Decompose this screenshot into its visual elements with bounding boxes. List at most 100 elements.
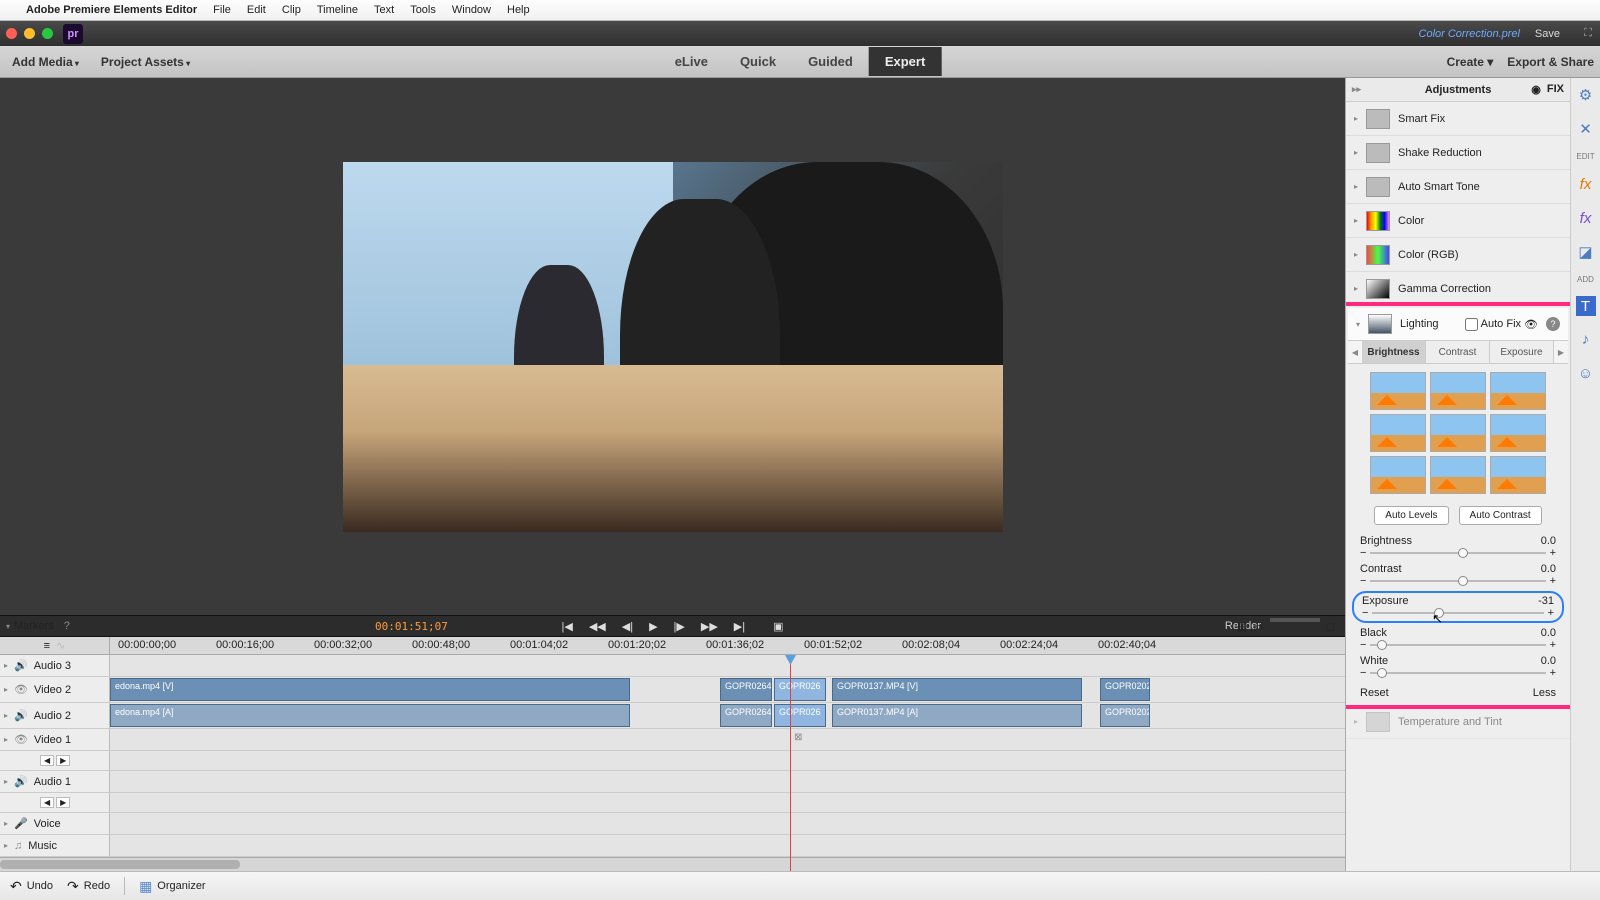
expand-icon[interactable]: ▸ xyxy=(4,841,8,850)
menu-timeline[interactable]: Timeline xyxy=(317,4,358,16)
slider-plus[interactable]: + xyxy=(1550,667,1556,679)
track-lane[interactable]: edona.mp4 [A]GOPR0264.GOPR026GOPR0137.MP… xyxy=(110,703,1345,728)
timeline-clip[interactable]: GOPR0264. xyxy=(720,678,772,701)
fullscreen-preview-icon[interactable]: ◻ xyxy=(1326,620,1335,633)
menu-file[interactable]: File xyxy=(213,4,231,16)
expand-icon[interactable]: ▸ xyxy=(1354,182,1358,191)
next-edit-icon[interactable]: ▶▶ xyxy=(701,620,718,633)
fx2-tool-icon[interactable]: fx xyxy=(1575,207,1597,229)
goto-end-icon[interactable]: ▶| xyxy=(734,620,745,633)
time-ruler[interactable]: ≡ ∿ 00:00:00;00 00:00:16;00 00:00:32;00 … xyxy=(0,637,1345,655)
applied-effects-icon[interactable]: ◉ xyxy=(1531,83,1541,96)
speaker-icon[interactable]: 🔊 xyxy=(14,659,28,672)
adj-temperature-tint[interactable]: ▸Temperature and Tint xyxy=(1346,705,1570,739)
music-tool-icon[interactable]: ♪ xyxy=(1575,328,1597,350)
waveform-icon[interactable]: ∿ xyxy=(56,639,65,652)
expand-icon[interactable]: ▸ xyxy=(4,661,8,670)
ruler-tools[interactable]: ≡ ∿ xyxy=(0,637,110,654)
add-media-button[interactable]: Add Media xyxy=(6,51,85,73)
tab-contrast[interactable]: Contrast xyxy=(1426,341,1490,363)
prev-edit-icon[interactable]: ◀◀ xyxy=(589,620,606,633)
menu-text[interactable]: Text xyxy=(374,4,394,16)
timeline-clip[interactable]: GOPR0137.MP4 [V] xyxy=(832,678,1082,701)
expand-icon[interactable]: ▸ xyxy=(4,777,8,786)
preset-thumb[interactable] xyxy=(1430,372,1486,410)
timeline-clip[interactable]: GOPR0202 xyxy=(1100,704,1150,727)
track-lane[interactable] xyxy=(110,835,1345,856)
graphics-tool-icon[interactable]: ☺ xyxy=(1575,362,1597,384)
transitions-tool-icon[interactable]: ◪ xyxy=(1575,241,1597,263)
titles-tool-icon[interactable]: T xyxy=(1576,296,1596,316)
preview-frame[interactable] xyxy=(343,162,1003,532)
goto-start-icon[interactable]: |◀ xyxy=(561,620,572,633)
preset-thumb[interactable] xyxy=(1430,456,1486,494)
preset-thumb[interactable] xyxy=(1490,414,1546,452)
next-frame-button[interactable]: ▶ xyxy=(56,755,70,766)
expand-icon[interactable]: ▸ xyxy=(4,735,8,744)
timeline-clip[interactable]: GOPR0202 xyxy=(1100,678,1150,701)
collapse-icon[interactable]: ▾ xyxy=(1356,320,1360,329)
speaker-icon[interactable]: 🔊 xyxy=(14,709,28,722)
menu-clip[interactable]: Clip xyxy=(282,4,301,16)
minimize-window-icon[interactable] xyxy=(24,28,35,39)
safe-margins-icon[interactable]: ▦ xyxy=(1237,620,1247,633)
auto-contrast-button[interactable]: Auto Contrast xyxy=(1459,506,1542,525)
play-icon[interactable]: ▶ xyxy=(649,620,657,633)
close-window-icon[interactable] xyxy=(6,28,17,39)
adj-smart-fix[interactable]: ▸Smart Fix xyxy=(1346,102,1570,136)
auto-levels-button[interactable]: Auto Levels xyxy=(1374,506,1448,525)
eye-icon[interactable]: 👁 xyxy=(14,683,28,696)
tabs-next-icon[interactable]: ▶ xyxy=(1554,341,1568,363)
preview-toggle-icon[interactable]: 👁 xyxy=(1524,318,1538,331)
tab-exposure[interactable]: Exposure xyxy=(1490,341,1554,363)
slider-plus[interactable]: + xyxy=(1550,575,1556,587)
track-lane[interactable] xyxy=(110,793,1345,812)
adj-gamma[interactable]: ▸Gamma Correction xyxy=(1346,272,1570,306)
export-share-button[interactable]: Export & Share xyxy=(1507,55,1594,69)
slider-minus[interactable]: − xyxy=(1360,639,1366,651)
expand-icon[interactable]: ▸ xyxy=(4,711,8,720)
redo-button[interactable]: ↷Redo xyxy=(67,878,110,895)
fx-tool-icon[interactable]: fx xyxy=(1575,173,1597,195)
capture-frame-icon[interactable]: ▣ xyxy=(773,620,783,633)
mode-expert[interactable]: Expert xyxy=(869,47,941,76)
expand-icon[interactable]: ▸ xyxy=(1354,717,1358,726)
slider-track[interactable] xyxy=(1370,644,1545,646)
project-assets-button[interactable]: Project Assets xyxy=(95,51,196,73)
zoom-window-icon[interactable] xyxy=(42,28,53,39)
prev-frame-button[interactable]: ◀ xyxy=(40,755,54,766)
timeline-snap-icon[interactable]: ≡ xyxy=(44,640,50,652)
slider-track[interactable] xyxy=(1370,552,1545,554)
tab-brightness[interactable]: Brightness xyxy=(1362,341,1426,363)
quality-icon[interactable]: ▭ xyxy=(1253,620,1263,633)
help-icon[interactable]: ? xyxy=(1546,317,1560,331)
slider-minus[interactable]: − xyxy=(1360,667,1366,679)
reset-button[interactable]: Reset xyxy=(1360,687,1389,699)
timecode-display[interactable]: 00:01:51;07 xyxy=(375,620,448,633)
slider-plus[interactable]: + xyxy=(1550,547,1556,559)
slider-value[interactable]: 0.0 xyxy=(1541,535,1556,547)
slider-knob[interactable] xyxy=(1377,640,1387,650)
preset-thumb[interactable] xyxy=(1370,372,1426,410)
menu-window[interactable]: Window xyxy=(452,4,491,16)
auto-fix-checkbox[interactable] xyxy=(1465,318,1478,331)
timeline-clip[interactable]: GOPR026 xyxy=(774,704,826,727)
track-lane[interactable] xyxy=(110,751,1345,770)
slider-knob[interactable] xyxy=(1458,548,1468,558)
slider-knob[interactable] xyxy=(1377,668,1387,678)
mode-quick[interactable]: Quick xyxy=(724,47,792,76)
adj-shake-reduction[interactable]: ▸Shake Reduction xyxy=(1346,136,1570,170)
scrollbar-thumb[interactable] xyxy=(0,860,240,869)
music-icon[interactable]: ♫ xyxy=(14,840,22,852)
preset-thumb[interactable] xyxy=(1370,456,1426,494)
step-back-icon[interactable]: ◀| xyxy=(622,620,633,633)
slider-minus[interactable]: − xyxy=(1362,607,1368,619)
menu-tools[interactable]: Tools xyxy=(410,4,436,16)
slider-value[interactable]: -31 xyxy=(1538,595,1554,607)
slider-value[interactable]: 0.0 xyxy=(1541,627,1556,639)
panel-collapse-icon[interactable]: ▸▸ xyxy=(1352,84,1361,95)
less-button[interactable]: Less xyxy=(1533,687,1556,699)
track-lane[interactable] xyxy=(110,771,1345,792)
next-frame-button[interactable]: ▶ xyxy=(56,797,70,808)
timeline-scrollbar[interactable] xyxy=(0,857,1345,871)
